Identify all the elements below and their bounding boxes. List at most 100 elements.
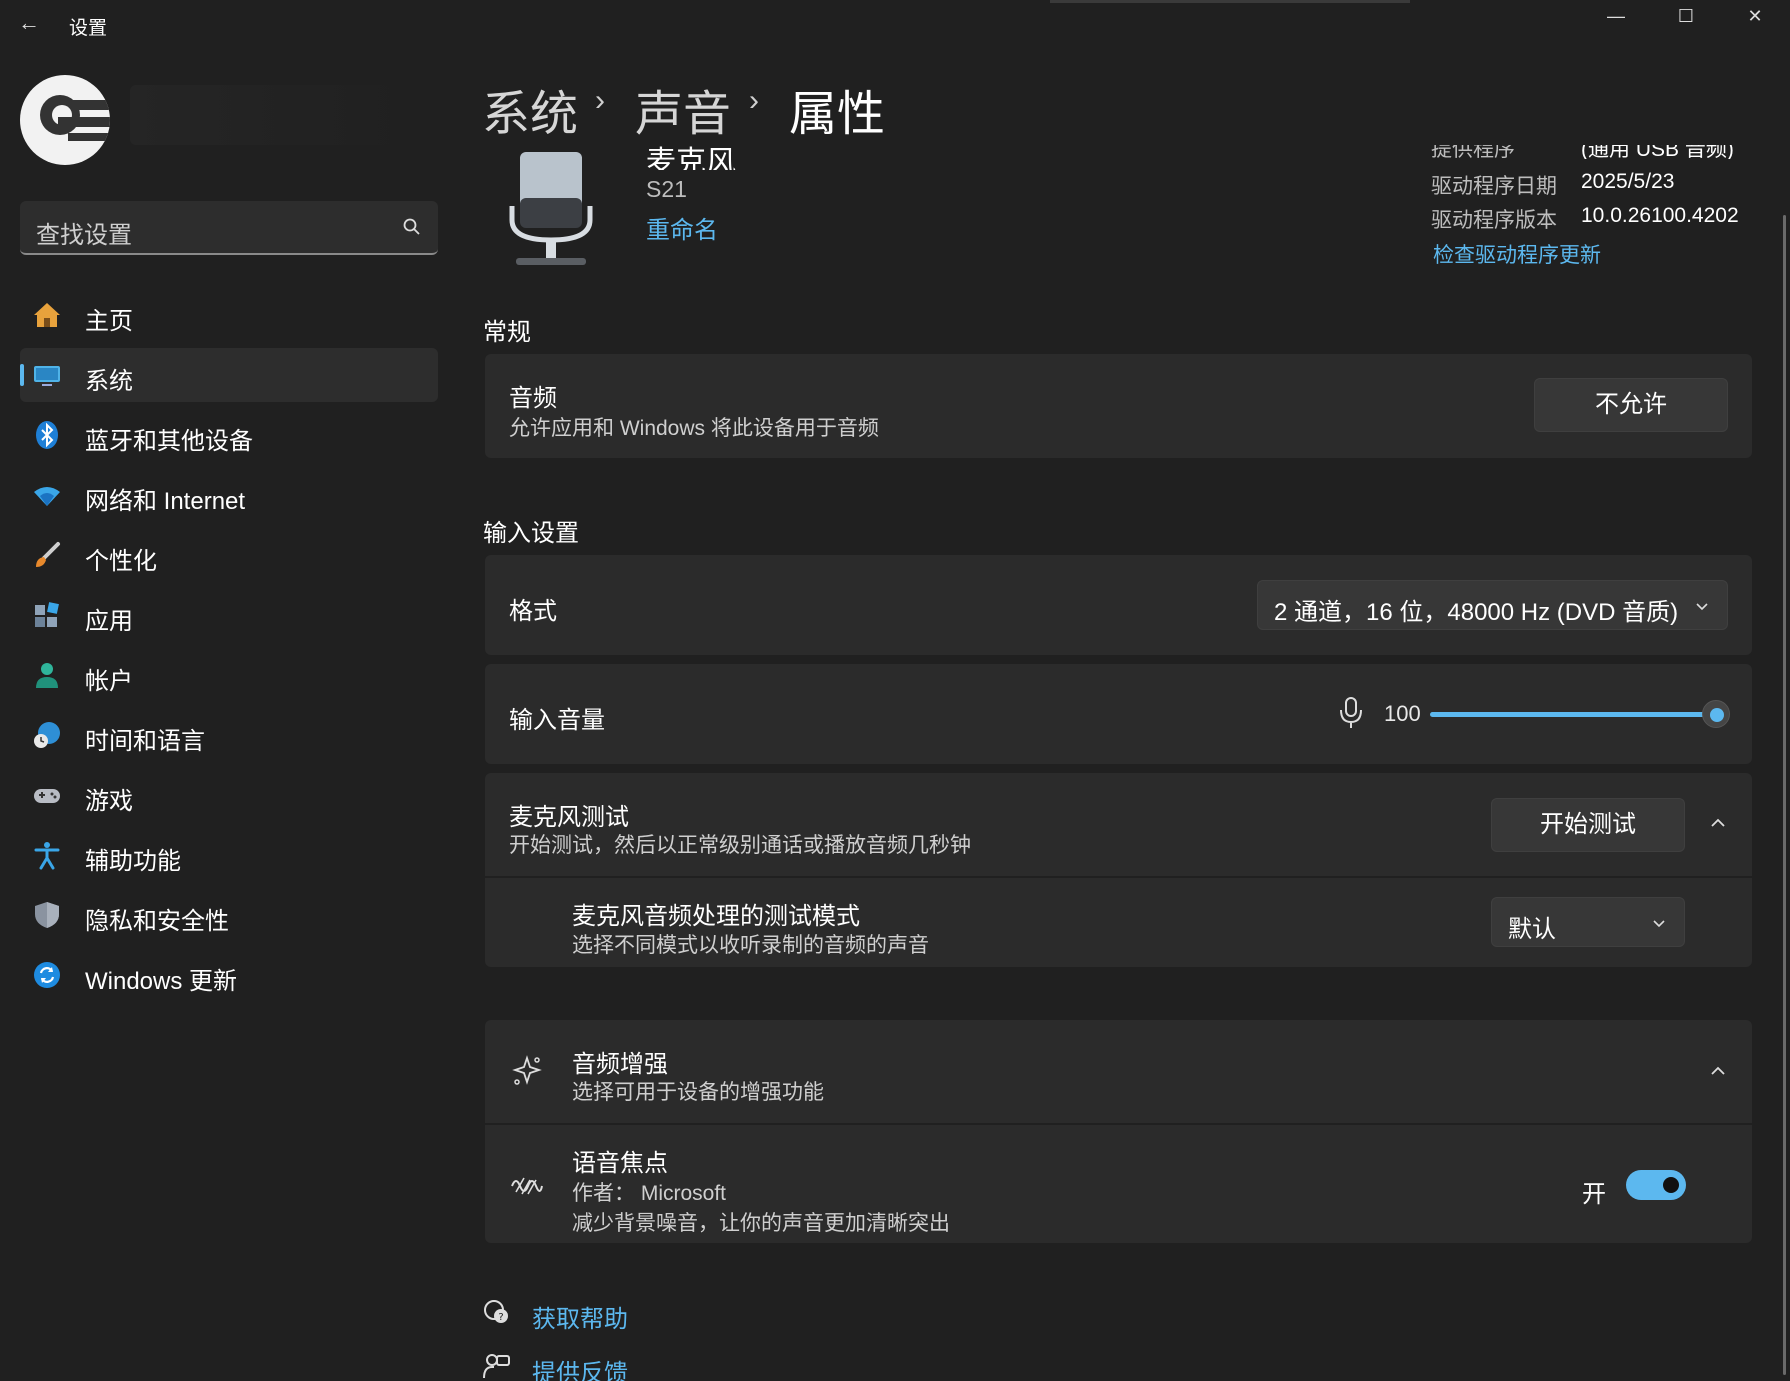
sidebar-item-bluetooth[interactable]: 蓝牙和其他设备 [20, 408, 438, 462]
sidebar-item-accessibility[interactable]: 辅助功能 [20, 828, 438, 882]
test-mode-dropdown[interactable]: 默认 [1491, 897, 1685, 947]
sidebar-item-personalization[interactable]: 个性化 [20, 528, 438, 582]
mic-test-mode-card: 麦克风音频处理的测试模式 选择不同模式以收听录制的音频的声音 默认 [485, 878, 1752, 967]
sidebar-item-label: 系统 [85, 368, 133, 395]
minimize-icon[interactable]: — [1596, 2, 1636, 30]
input-volume-slider-track[interactable] [1430, 712, 1714, 717]
driver-version-label: 驱动程序版本 [1431, 209, 1557, 232]
title-drag-strip [1050, 0, 1410, 3]
accessibility-icon [34, 842, 60, 870]
svg-text:?: ? [498, 1312, 503, 1323]
search-placeholder: 查找设置 [36, 222, 132, 249]
breadcrumb-system[interactable]: 系统 [482, 74, 578, 144]
format-label: 格式 [509, 598, 557, 625]
account-icon [36, 663, 58, 688]
update-icon [34, 962, 60, 988]
back-arrow-icon[interactable]: ← [18, 10, 44, 36]
search-input[interactable]: 查找设置 [20, 201, 438, 255]
test-mode-value: 默认 [1508, 916, 1556, 943]
disallow-button[interactable]: 不允许 [1534, 378, 1728, 432]
sidebar-item-privacy[interactable]: 隐私和安全性 [20, 888, 438, 942]
brush-icon [36, 542, 60, 567]
maximize-icon[interactable]: ☐ [1666, 2, 1706, 30]
device-name: 麦克风 [646, 146, 736, 170]
close-icon[interactable]: ✕ [1735, 2, 1775, 30]
breadcrumb-sound[interactable]: 声音 [635, 74, 731, 144]
driver-version-value: 10.0.26100.4202 [1581, 204, 1739, 227]
toggle-knob [1663, 1177, 1679, 1193]
sidebar-item-label: 时间和语言 [85, 728, 205, 755]
microphone-device-icon [509, 152, 593, 265]
voice-focus-icon [511, 1177, 543, 1195]
driver-provider-value: (通用 USB 音频) [1581, 145, 1734, 159]
sidebar-item-network[interactable]: 网络和 Internet [20, 468, 438, 522]
sidebar-item-accounts[interactable]: 帐户 [20, 648, 438, 702]
format-card: 格式 2 通道，16 位，48000 Hz (DVD 音质) [485, 555, 1752, 655]
sidebar-item-label: 网络和 Internet [85, 488, 246, 515]
input-volume-value: 100 [1384, 701, 1421, 726]
sidebar-item-label: 个性化 [85, 548, 157, 575]
device-model: S21 [646, 176, 687, 202]
system-icon [34, 366, 60, 386]
scrollbar[interactable] [1783, 215, 1786, 1375]
voice-focus-toggle[interactable] [1626, 1170, 1686, 1200]
sidebar-item-label: 主页 [85, 308, 133, 335]
sidebar-item-home[interactable]: 主页 [20, 288, 438, 342]
audio-title: 音频 [509, 385, 557, 412]
avatar[interactable] [20, 75, 110, 165]
voice-focus-title: 语音焦点 [572, 1150, 668, 1177]
selection-indicator [20, 364, 24, 386]
sidebar-item-system[interactable]: 系统 [20, 348, 438, 402]
breadcrumb-chevron-icon: › [595, 84, 605, 117]
sparkle-icon [512, 1055, 542, 1085]
sidebar-item-gaming[interactable]: 游戏 [20, 768, 438, 822]
sidebar-item-label: Windows 更新 [85, 968, 238, 995]
chevron-down-icon [1653, 920, 1665, 928]
sidebar-item-label: 帐户 [85, 668, 133, 695]
start-test-button[interactable]: 开始测试 [1491, 798, 1685, 852]
section-general: 常规 [483, 319, 531, 346]
give-feedback-link[interactable]: 提供反馈 [532, 1353, 628, 1381]
audio-enhancements-card: 音频增强 选择可用于设备的增强功能 [485, 1020, 1752, 1123]
check-driver-update-link[interactable]: 检查驱动程序更新 [1433, 239, 1601, 269]
sidebar-item-time-language[interactable]: 时间和语言 [20, 708, 438, 762]
audio-desc: 允许应用和 Windows 将此设备用于音频 [509, 417, 879, 440]
input-volume-slider-thumb[interactable] [1702, 700, 1730, 728]
sidebar-item-apps[interactable]: 应用 [20, 588, 438, 642]
sidebar-item-label: 应用 [85, 608, 133, 635]
shield-icon [35, 902, 59, 928]
breadcrumb-chevron-icon: › [749, 84, 759, 117]
audio-enhancements-title: 音频增强 [572, 1051, 668, 1078]
chevron-down-icon [1696, 603, 1708, 611]
sidebar-item-label: 隐私和安全性 [85, 908, 229, 935]
audio-enhancements-desc: 选择可用于设备的增强功能 [572, 1081, 824, 1104]
microphone-icon[interactable] [1338, 696, 1364, 730]
driver-date-value: 2025/5/23 [1581, 170, 1675, 193]
chevron-up-icon[interactable] [1709, 814, 1727, 832]
mic-test-desc: 开始测试，然后以正常级别通话或播放音频几秒钟 [509, 834, 971, 857]
section-input-settings: 输入设置 [483, 520, 579, 547]
voice-focus-state: 开 [1582, 1181, 1606, 1208]
rename-link[interactable]: 重命名 [646, 210, 718, 245]
voice-focus-card: 语音焦点 作者： Microsoft 减少背景噪音，让你的声音更加清晰突出 开 [485, 1125, 1752, 1243]
window-title: 设置 [69, 18, 108, 39]
mic-test-mode-desc: 选择不同模式以收听录制的音频的声音 [572, 934, 929, 957]
feedback-icon [483, 1354, 510, 1379]
wifi-icon [34, 487, 60, 506]
globe-clock-icon [34, 722, 60, 748]
get-help-link[interactable]: 获取帮助 [532, 1299, 628, 1334]
driver-date-label: 驱动程序日期 [1431, 175, 1557, 198]
home-icon [34, 303, 60, 327]
chevron-up-icon[interactable] [1709, 1062, 1727, 1080]
bluetooth-icon [36, 421, 58, 449]
format-value: 2 通道，16 位，48000 Hz (DVD 音质) [1274, 599, 1679, 626]
apps-icon [35, 602, 59, 627]
sidebar-item-label: 游戏 [85, 788, 133, 815]
profile-info-redacted [130, 85, 420, 145]
audio-allow-card: 音频 允许应用和 Windows 将此设备用于音频 不允许 [485, 354, 1752, 458]
sidebar-item-label: 辅助功能 [85, 848, 181, 875]
voice-focus-desc: 减少背景噪音，让你的声音更加清晰突出 [572, 1212, 950, 1235]
sidebar-item-windows-update[interactable]: Windows 更新 [20, 948, 438, 1002]
search-icon [403, 218, 420, 235]
format-dropdown[interactable]: 2 通道，16 位，48000 Hz (DVD 音质) [1257, 580, 1728, 630]
